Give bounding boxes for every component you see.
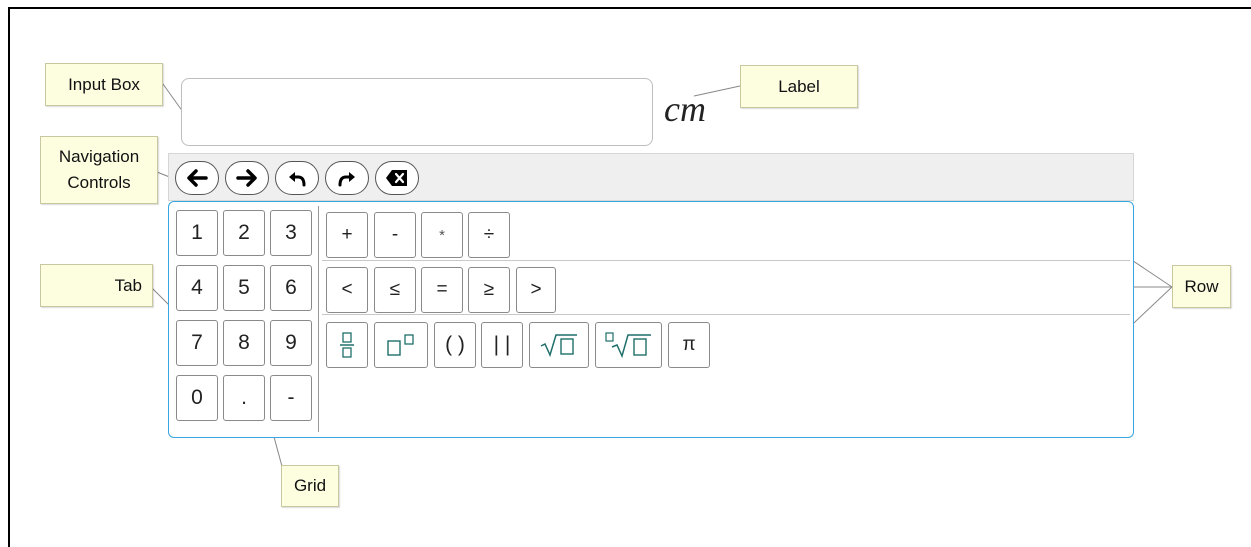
key-8[interactable]: 8 <box>223 320 265 366</box>
key-decimal[interactable]: . <box>223 375 265 421</box>
key-negative[interactable]: - <box>270 375 312 421</box>
key-0[interactable]: 0 <box>176 375 218 421</box>
row-separator <box>322 314 1130 315</box>
navigation-controls-bar <box>168 153 1134 201</box>
key-9[interactable]: 9 <box>270 320 312 366</box>
exponent-icon <box>387 334 414 356</box>
callout-tab: Tab <box>40 264 153 307</box>
key-plus[interactable]: + <box>326 212 368 258</box>
row-separator <box>322 260 1130 261</box>
key-greater-equal[interactable]: ≥ <box>468 267 510 313</box>
key-exponent[interactable] <box>374 322 428 368</box>
key-3[interactable]: 3 <box>270 210 312 256</box>
key-minus[interactable]: - <box>374 212 416 258</box>
key-square-root[interactable] <box>529 322 589 368</box>
leader-line-input-box <box>162 83 184 113</box>
right-arrow-button[interactable] <box>225 161 269 195</box>
right-arrow-icon <box>236 169 257 187</box>
callout-grid: Grid <box>281 465 339 507</box>
redo-button[interactable] <box>325 161 369 195</box>
backspace-icon <box>386 170 407 186</box>
callout-input-box: Input Box <box>45 63 163 106</box>
key-less-equal[interactable]: ≤ <box>374 267 416 313</box>
answer-input-box[interactable] <box>181 78 653 146</box>
key-divide[interactable]: ÷ <box>468 212 510 258</box>
nth-root-icon <box>604 332 651 359</box>
key-parentheses[interactable]: ( ) <box>434 322 476 368</box>
key-greater-than[interactable]: > <box>516 267 556 313</box>
redo-icon <box>338 172 355 187</box>
key-multiply[interactable]: * <box>421 212 463 258</box>
keypad-panel <box>168 201 1134 438</box>
left-arrow-icon <box>187 169 208 187</box>
key-1[interactable]: 1 <box>176 210 218 256</box>
key-6[interactable]: 6 <box>270 265 312 311</box>
backspace-button[interactable] <box>375 161 419 195</box>
callout-row: Row <box>1172 265 1231 308</box>
keypad-divider <box>318 206 319 432</box>
undo-button[interactable] <box>275 161 319 195</box>
key-fraction[interactable] <box>326 322 368 368</box>
left-arrow-button[interactable] <box>175 161 219 195</box>
key-2[interactable]: 2 <box>223 210 265 256</box>
key-5[interactable]: 5 <box>223 265 265 311</box>
square-root-icon <box>540 334 577 358</box>
fraction-icon <box>340 332 354 358</box>
key-pi[interactable]: π <box>668 322 710 368</box>
key-absolute-value[interactable]: | | <box>481 322 523 368</box>
callout-label: Label <box>740 65 858 108</box>
key-4[interactable]: 4 <box>176 265 218 311</box>
undo-icon <box>289 172 306 187</box>
key-equals[interactable]: = <box>421 267 463 313</box>
key-less-than[interactable]: < <box>326 267 368 313</box>
callout-navigation-controls: Navigation Controls <box>40 136 158 204</box>
key-nth-root[interactable] <box>595 322 662 368</box>
key-7[interactable]: 7 <box>176 320 218 366</box>
unit-label: cm <box>664 89 706 129</box>
